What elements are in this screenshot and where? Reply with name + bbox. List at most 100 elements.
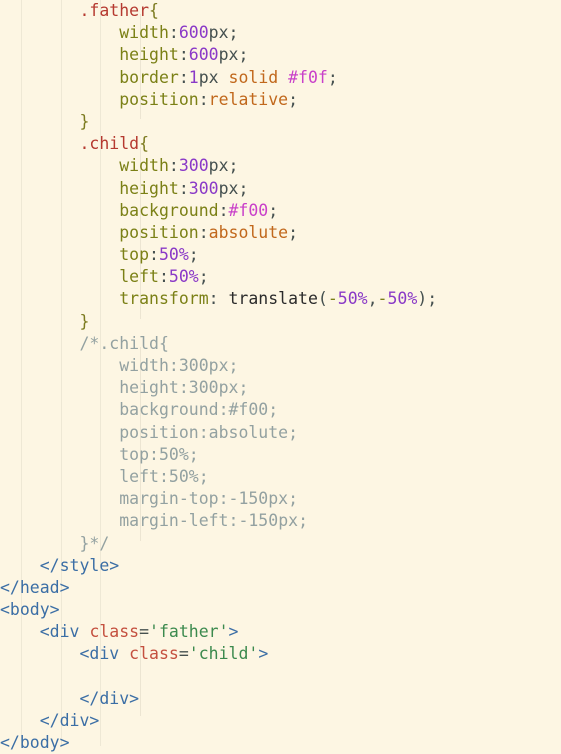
css-unit: px — [218, 178, 239, 198]
semicolon: ; — [238, 178, 249, 198]
css-property-height: height — [119, 178, 179, 198]
css-value-number: 50 — [387, 289, 408, 309]
semicolon: ; — [228, 156, 239, 176]
tag-div-open: <div — [39, 622, 80, 642]
comment-value: 300 — [178, 356, 209, 375]
code-line-comment[interactable]: background:#f00; — [0, 399, 561, 421]
attribute-class: class — [129, 644, 179, 664]
brace-close: } — [79, 111, 90, 131]
tag-div-close: </div> — [39, 711, 100, 730]
code-line[interactable]: top:50%; — [0, 244, 561, 266]
comment-unit-percent: % — [178, 444, 189, 464]
code-line[interactable]: width:300px; — [0, 155, 561, 177]
comment-brace-open: { — [158, 333, 169, 353]
comment-minus: - — [228, 489, 239, 509]
comment-unit: px — [278, 511, 299, 531]
css-unit-percent: % — [357, 289, 368, 309]
css-unit-percent: % — [178, 245, 189, 265]
code-line[interactable]: <div class='child'> — [0, 643, 561, 665]
code-line[interactable]: </head> — [0, 577, 561, 599]
css-value-number: 300 — [178, 156, 209, 176]
comment-property-left: left — [119, 466, 159, 486]
code-line[interactable]: <div class='father'> — [0, 621, 561, 643]
code-line-comment[interactable]: top:50%; — [0, 444, 561, 466]
code-line-comment[interactable]: margin-left:-150px; — [0, 510, 561, 532]
css-property-width: width — [119, 156, 169, 176]
code-editor[interactable]: .father{ width:600px; height:600px; bord… — [0, 0, 561, 752]
code-line[interactable]: </body> — [0, 732, 561, 754]
comment-value: 150 — [248, 511, 279, 531]
brace-open: { — [139, 134, 150, 154]
code-line-comment[interactable]: margin-top:-150px; — [0, 488, 561, 510]
code-line[interactable]: height:600px; — [0, 44, 561, 66]
code-line[interactable]: } — [0, 311, 561, 333]
semicolon: ; — [268, 200, 279, 220]
code-line[interactable]: <body> — [0, 599, 561, 621]
css-value-number: 600 — [188, 45, 219, 65]
code-line[interactable]: .father{ — [0, 0, 561, 22]
comment-property-margin-left: margin-left — [119, 511, 229, 531]
tag-close-bracket: > — [228, 622, 239, 642]
code-line[interactable]: transform: translate(-50%,-50%); — [0, 288, 561, 310]
code-line[interactable]: position:relative; — [0, 89, 561, 111]
code-line[interactable]: left:50%; — [0, 266, 561, 288]
comment-semicolon: ; — [198, 466, 209, 486]
code-content[interactable]: .father{ width:600px; height:600px; bord… — [0, 0, 561, 754]
css-property-left: left — [119, 267, 159, 287]
css-unit: px — [218, 45, 239, 65]
code-line[interactable]: border:1px solid #f0f; — [0, 67, 561, 89]
code-line[interactable]: width:600px; — [0, 22, 561, 44]
css-unit-percent: % — [407, 289, 418, 309]
css-unit: px — [208, 156, 229, 176]
semicolon: ; — [288, 222, 299, 242]
colon: : — [178, 67, 189, 87]
code-line[interactable]: </div> — [0, 688, 561, 710]
comma: , — [367, 289, 378, 309]
css-value-number: 50 — [337, 289, 358, 309]
comment-property-background: background — [119, 400, 219, 420]
brace-close: } — [79, 311, 90, 331]
code-line[interactable]: position:absolute; — [0, 222, 561, 244]
comment-colon: : — [158, 466, 169, 486]
css-keyword-absolute: absolute — [208, 222, 289, 242]
comment-semicolon: ; — [188, 444, 199, 464]
tag-style-close: </style> — [39, 555, 120, 575]
colon: : — [178, 178, 189, 198]
code-line-comment[interactable]: position:absolute; — [0, 422, 561, 444]
comment-colon: : — [149, 444, 159, 464]
comment-property-top: top — [119, 444, 150, 464]
code-line[interactable]: </div> — [0, 710, 561, 732]
code-line[interactable]: background:#f00; — [0, 200, 561, 222]
code-line-comment[interactable]: height:300px; — [0, 377, 561, 399]
tag-body-close: </body> — [0, 733, 70, 753]
code-line-empty[interactable] — [0, 666, 561, 688]
code-line[interactable]: height:300px; — [0, 178, 561, 200]
css-property-height: height — [119, 45, 179, 65]
colon: : — [198, 222, 209, 242]
comment-colon: : — [218, 400, 229, 420]
comment-property-width: width — [119, 356, 169, 375]
code-line-comment[interactable]: width:300px; — [0, 355, 561, 377]
comment-unit-percent: % — [188, 466, 199, 486]
code-line[interactable]: } — [0, 111, 561, 133]
css-property-width: width — [119, 23, 169, 43]
code-line[interactable]: </style> — [0, 555, 561, 577]
code-line-comment[interactable]: /*.child{ — [0, 333, 561, 355]
code-line-comment[interactable]: left:50%; — [0, 466, 561, 488]
code-line[interactable]: .child{ — [0, 133, 561, 155]
css-keyword-solid: solid — [228, 67, 279, 87]
minus-sign: - — [327, 289, 338, 309]
comment-minus: - — [238, 511, 249, 531]
css-value-number: 50 — [168, 267, 189, 287]
css-hex-color: #f0f — [288, 67, 328, 87]
comment-semicolon: ; — [268, 400, 279, 420]
css-property-background: background — [119, 200, 219, 220]
colon: : — [178, 45, 189, 65]
attribute-value-child: 'child' — [188, 644, 259, 664]
comment-property-height: height — [119, 378, 179, 398]
colon: : — [168, 156, 179, 176]
css-value-number: 50 — [158, 245, 179, 265]
css-selector: .child — [79, 134, 140, 154]
comment-open: /* — [79, 333, 100, 353]
code-line-comment[interactable]: }*/ — [0, 533, 561, 555]
